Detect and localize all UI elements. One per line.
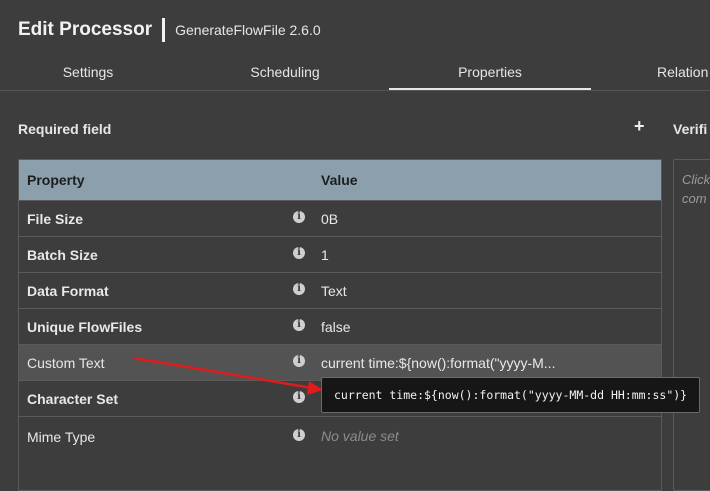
- property-value[interactable]: current time:${now():format("yyyy-M...: [321, 355, 555, 371]
- dialog-title: Edit Processor: [18, 19, 153, 40]
- title-separator: [162, 18, 166, 42]
- property-name: Character Set: [27, 391, 119, 407]
- table-row[interactable]: Batch Size i 1: [19, 236, 661, 272]
- property-name: Mime Type: [27, 429, 96, 445]
- verification-title: Verifi: [673, 121, 708, 137]
- tab-relationships[interactable]: Relation: [657, 58, 710, 90]
- property-column-header[interactable]: Property: [27, 172, 85, 188]
- property-name: Unique FlowFiles: [27, 319, 143, 335]
- table-row-custom-text[interactable]: Custom Text i current time:${now():forma…: [19, 344, 661, 380]
- verification-hint: Click com: [682, 172, 710, 206]
- info-icon[interactable]: i: [293, 391, 305, 403]
- property-value[interactable]: Text: [321, 283, 347, 299]
- verification-panel: Click com: [673, 159, 710, 491]
- tab-scheduling[interactable]: Scheduling: [238, 58, 332, 90]
- properties-table: Property Value File Size i 0B Batch Size…: [18, 159, 662, 491]
- property-value-empty[interactable]: No value set: [321, 428, 399, 444]
- required-field-label: Required field: [18, 121, 112, 137]
- table-row[interactable]: Data Format i Text: [19, 272, 661, 308]
- property-name: Batch Size: [27, 247, 98, 263]
- value-column-header[interactable]: Value: [321, 172, 358, 188]
- property-name: File Size: [27, 211, 84, 227]
- tab-properties[interactable]: Properties: [389, 58, 591, 90]
- table-row[interactable]: Unique FlowFiles i false: [19, 308, 661, 344]
- property-name: Data Format: [27, 283, 109, 299]
- property-value[interactable]: 0B: [321, 211, 338, 227]
- tab-bar: Settings Scheduling Properties Relation: [0, 58, 710, 91]
- info-icon[interactable]: i: [293, 283, 305, 295]
- info-icon[interactable]: i: [293, 319, 305, 331]
- table-header: Property Value: [19, 160, 661, 200]
- property-value[interactable]: 1: [321, 247, 329, 263]
- tab-settings[interactable]: Settings: [50, 58, 126, 90]
- info-icon[interactable]: i: [293, 355, 305, 367]
- info-icon[interactable]: i: [293, 247, 305, 259]
- processor-type: GenerateFlowFile 2.6.0: [175, 22, 321, 38]
- dialog-header: Edit Processor GenerateFlowFile 2.6.0: [18, 18, 321, 42]
- property-value[interactable]: false: [321, 319, 351, 335]
- table-row[interactable]: File Size i 0B: [19, 200, 661, 236]
- info-icon[interactable]: i: [293, 429, 305, 441]
- table-row[interactable]: Mime Type i No value set: [19, 416, 661, 457]
- info-icon[interactable]: i: [293, 211, 305, 223]
- property-name: Custom Text: [27, 355, 105, 371]
- plus-icon[interactable]: +: [634, 116, 645, 137]
- value-tooltip: current time:${now():format("yyyy-MM-dd …: [321, 377, 701, 413]
